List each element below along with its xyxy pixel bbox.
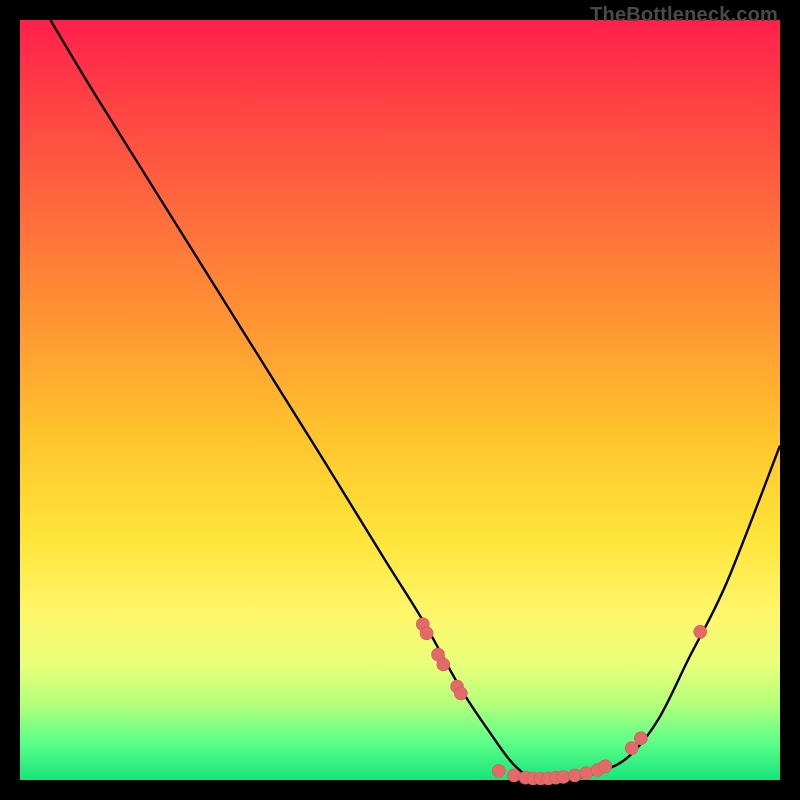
data-point	[694, 625, 707, 638]
data-point	[454, 687, 467, 700]
data-point	[437, 658, 450, 671]
data-point	[599, 760, 612, 773]
data-point	[580, 767, 593, 780]
data-point	[568, 769, 581, 782]
watermark-text: TheBottleneck.com	[590, 4, 778, 27]
data-point	[420, 627, 433, 640]
chart-frame: TheBottleneck.com	[0, 0, 800, 800]
data-point	[634, 732, 647, 745]
plot-area	[20, 20, 780, 780]
bottleneck-curve	[50, 20, 780, 781]
highlight-dots	[416, 618, 706, 785]
data-point	[492, 764, 505, 777]
chart-svg	[20, 20, 780, 780]
data-point	[508, 769, 521, 782]
data-point	[625, 742, 638, 755]
data-point	[557, 771, 570, 784]
